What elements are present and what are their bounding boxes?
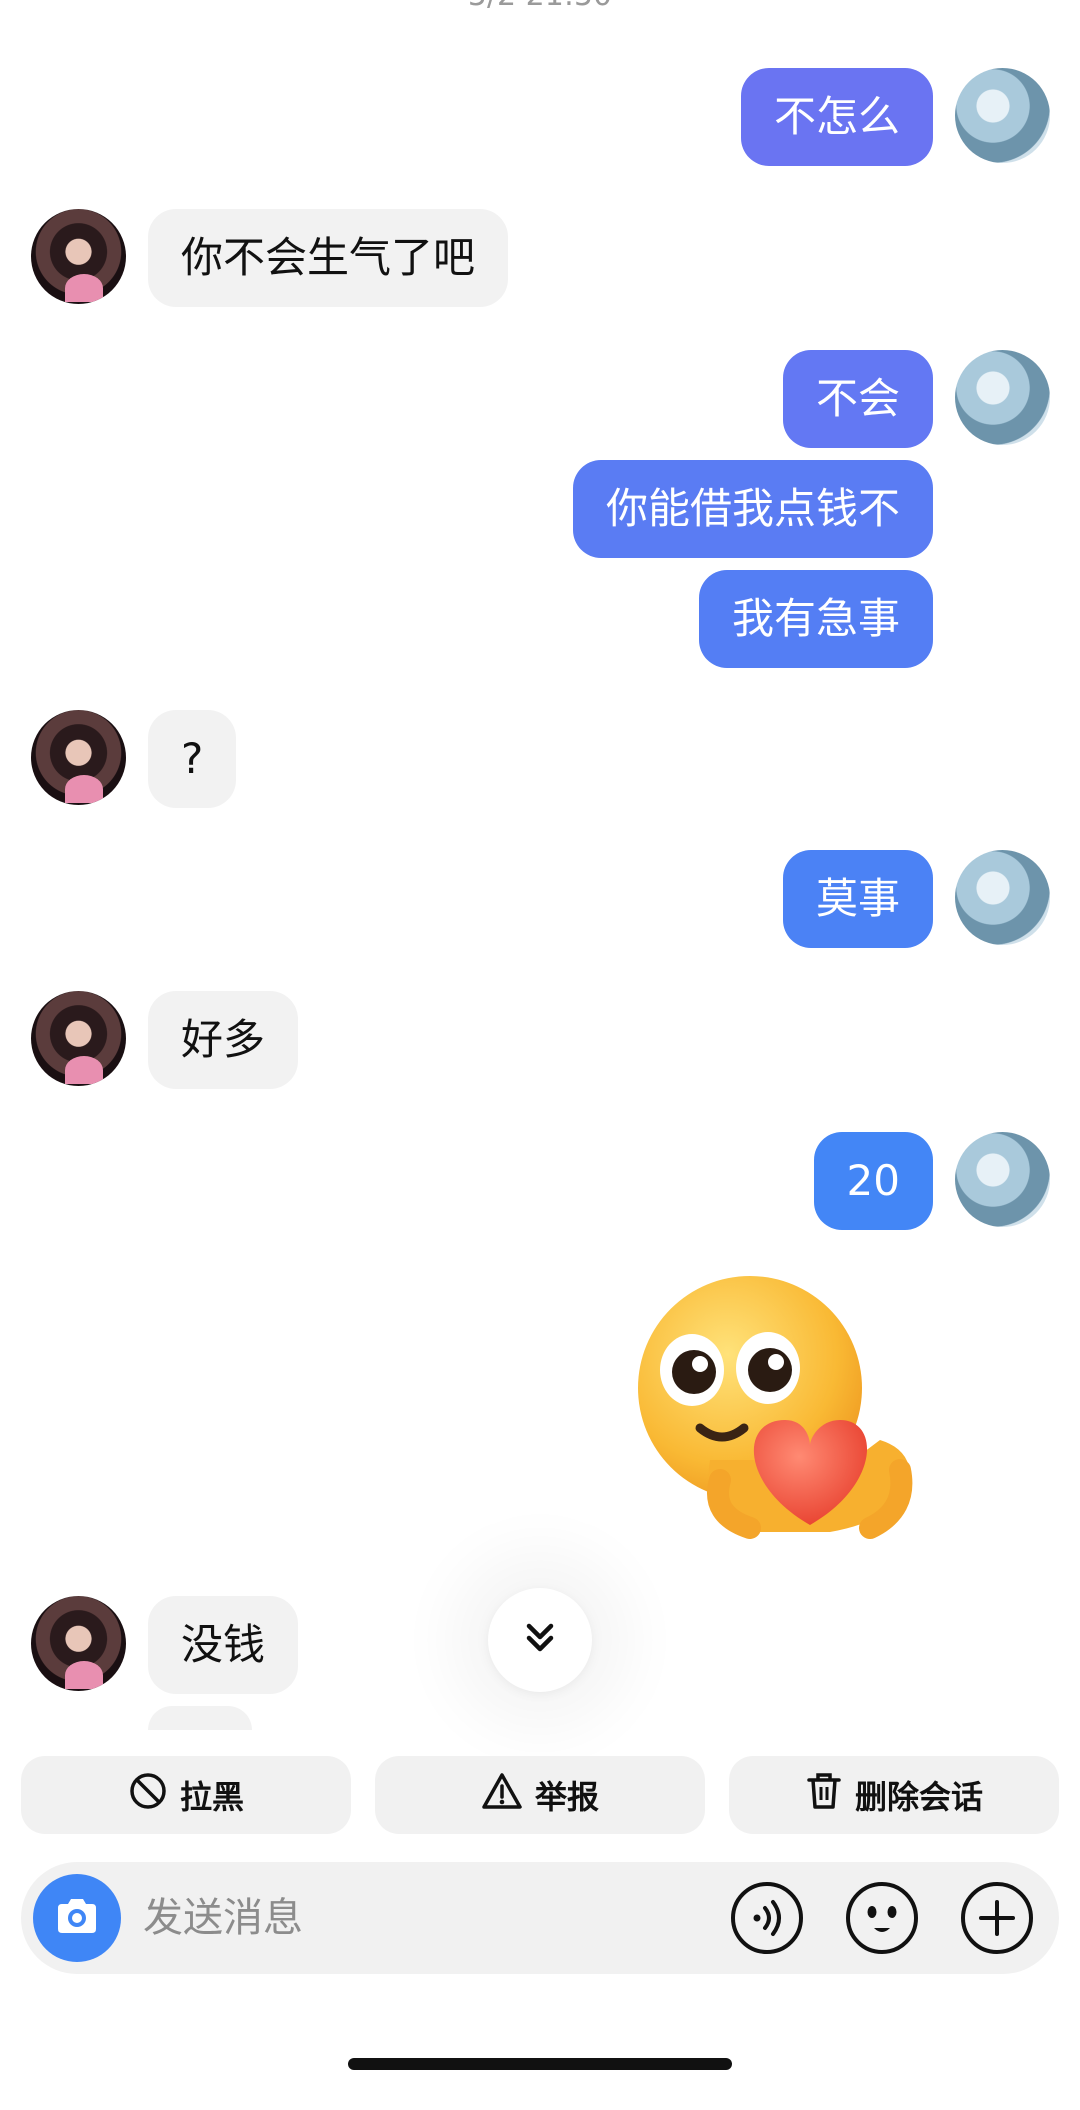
message-row: ? xyxy=(0,710,1080,808)
message-row: 20 xyxy=(0,1132,1080,1230)
message-input[interactable] xyxy=(143,1862,703,1974)
voice-icon xyxy=(729,1882,805,1960)
message-bubble-sent[interactable]: 不会 xyxy=(782,350,933,448)
my-avatar[interactable] xyxy=(955,68,1050,163)
message-row: 不怎么 xyxy=(0,68,1080,166)
trash-icon xyxy=(805,1771,843,1819)
smiley-holding-heart-sticker[interactable] xyxy=(630,1270,930,1540)
message-bubble-received[interactable]: 好多 xyxy=(148,991,299,1089)
message-bubble-sent[interactable]: 你能借我点钱不 xyxy=(572,460,933,558)
contact-avatar[interactable] xyxy=(31,209,126,304)
message-row: 你不会生气了吧 xyxy=(0,209,1080,307)
contact-avatar[interactable] xyxy=(31,1596,126,1691)
delete-conversation-label: 删除会话 xyxy=(854,1778,983,1816)
more-options-button[interactable] xyxy=(959,1880,1035,1956)
message-row: 好多 xyxy=(0,991,1080,1089)
message-row: 我有急事 xyxy=(0,570,1080,668)
message-row: 莫事 xyxy=(0,850,1080,948)
message-row: 你能借我点钱不 xyxy=(0,460,1080,558)
message-bubble-sent[interactable]: 莫事 xyxy=(782,850,933,948)
block-label: 拉黑 xyxy=(179,1778,244,1816)
message-bubble-sent[interactable]: 不怎么 xyxy=(740,68,933,166)
report-label: 举报 xyxy=(534,1778,599,1816)
delete-conversation-button[interactable]: 删除会话 xyxy=(729,1756,1059,1834)
my-avatar[interactable] xyxy=(955,350,1050,445)
message-row: 不会 xyxy=(0,350,1080,448)
emoji-icon xyxy=(844,1882,920,1960)
plus-icon xyxy=(959,1882,1035,1960)
block-icon xyxy=(128,1771,168,1819)
message-bubble-received[interactable]: 没钱 xyxy=(148,1596,299,1694)
message-timestamp: 5/2 21:50 xyxy=(0,0,1080,13)
warning-icon xyxy=(481,1771,523,1819)
block-button[interactable]: 拉黑 xyxy=(21,1756,351,1834)
emoji-button[interactable] xyxy=(844,1880,920,1956)
message-bubble-sent[interactable]: 我有急事 xyxy=(698,570,933,668)
my-avatar[interactable] xyxy=(955,1132,1050,1227)
camera-button[interactable] xyxy=(33,1874,121,1962)
voice-message-button[interactable] xyxy=(729,1880,805,1956)
contact-avatar[interactable] xyxy=(31,710,126,805)
scroll-to-bottom-button[interactable] xyxy=(488,1588,592,1692)
message-composer xyxy=(21,1862,1059,1974)
message-row xyxy=(0,1270,1080,1550)
double-chevron-down-icon xyxy=(520,1618,560,1662)
conversation-actions: 拉黑 举报 删除会话 xyxy=(21,1756,1059,1834)
message-bubble-received[interactable]: ? xyxy=(148,710,237,808)
report-button[interactable]: 举报 xyxy=(375,1756,705,1834)
message-bubble-sent[interactable]: 20 xyxy=(813,1132,933,1230)
my-avatar[interactable] xyxy=(955,850,1050,945)
message-bubble-received-partial xyxy=(148,1706,252,1730)
contact-avatar[interactable] xyxy=(31,991,126,1086)
home-indicator[interactable] xyxy=(348,2058,732,2070)
camera-icon xyxy=(54,1896,100,1940)
message-bubble-received[interactable]: 你不会生气了吧 xyxy=(148,209,509,307)
